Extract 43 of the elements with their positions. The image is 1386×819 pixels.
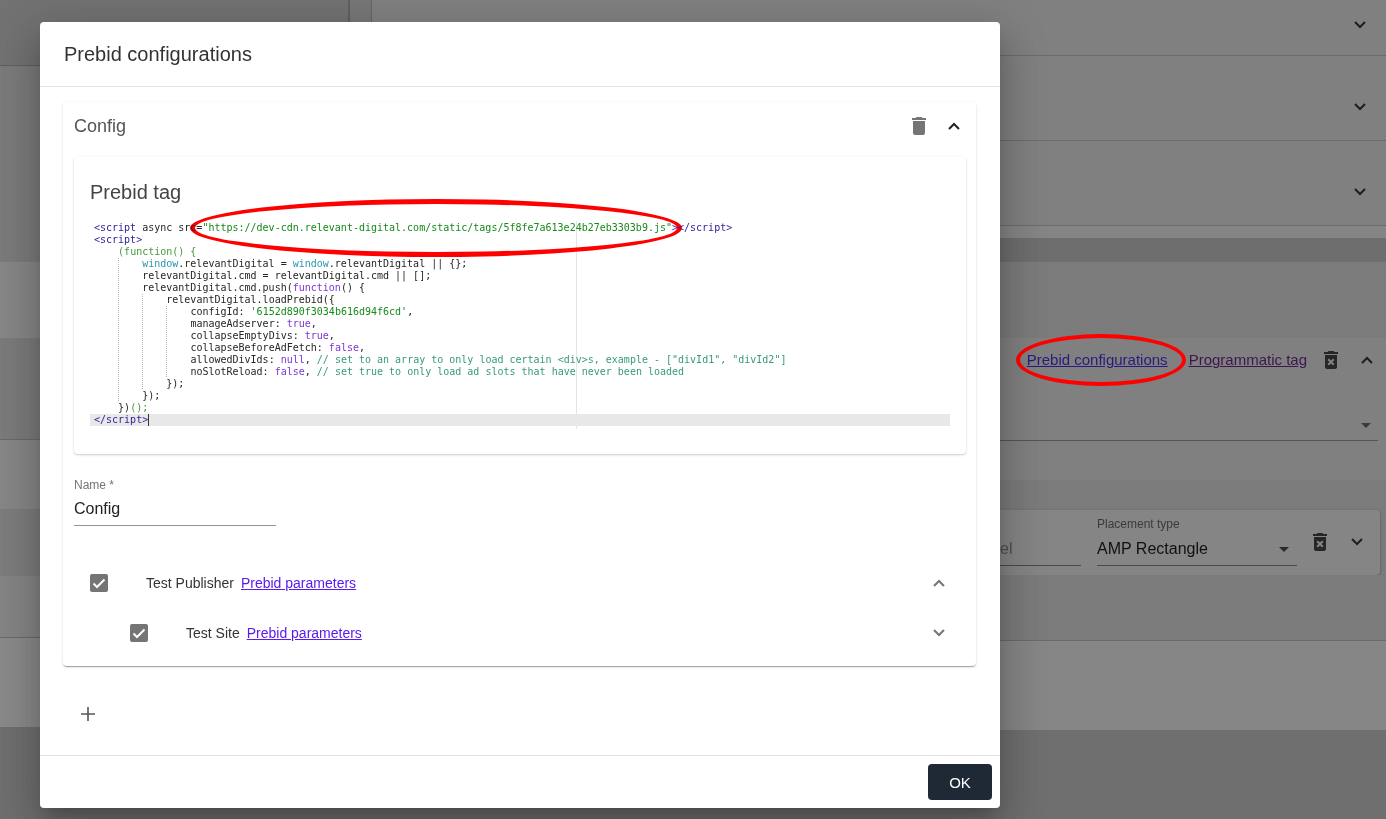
parameters-link[interactable]: Prebid parameters <box>240 575 357 591</box>
code-line: <script> <box>93 234 144 246</box>
chevron-down-icon[interactable] <box>1354 188 1366 196</box>
code-line: window.relevantDigital = window.relevantDigital || {}; <box>90 258 950 270</box>
code-line: collapseEmptyDivs: true, <box>90 330 950 342</box>
name-field[interactable]: Config <box>74 499 276 526</box>
chevron-down-icon[interactable] <box>1351 538 1363 546</box>
section-title: Prebid tag <box>90 180 183 204</box>
code-line: relevantDigital.loadPrebid({ <box>90 294 950 306</box>
checkbox[interactable] <box>130 624 148 642</box>
parameters-link[interactable]: Prebid parameters <box>246 625 362 641</box>
chevron-down-icon[interactable] <box>933 629 945 637</box>
code-line: collapseBeforeAdFetch: false, <box>90 342 950 354</box>
tree-label: Test Site <box>186 625 240 641</box>
caret-down-icon <box>1361 422 1371 428</box>
code-line: }); <box>90 378 950 390</box>
code-line: relevantDigital.cmd = relevantDigital.cmd || []; <box>90 270 950 282</box>
code-line: (function() { <box>117 246 198 258</box>
card-title: Config <box>74 115 127 137</box>
code-line: relevantDigital.cmd.push(function() { <box>90 282 950 294</box>
ok-button[interactable]: OK <box>928 764 992 800</box>
tree-label: Test Publisher <box>146 575 234 591</box>
code-line: manageAdserver: true, <box>90 318 950 330</box>
placement-type-select[interactable]: AMP Rectangle <box>1097 539 1297 566</box>
checkbox[interactable] <box>90 574 108 592</box>
chevron-down-icon[interactable] <box>1354 103 1366 111</box>
caret-down-icon <box>1279 547 1289 552</box>
chevron-down-icon[interactable] <box>1354 21 1366 29</box>
text-cursor <box>148 414 150 426</box>
field-label: Name * <box>74 478 115 492</box>
plus-icon <box>81 707 95 721</box>
code-line: noSlotReload: false, // set true to only load ad slots that have never been loaded <box>90 366 950 378</box>
trash-x-icon[interactable] <box>1324 351 1338 369</box>
link[interactable]: Programmatic tag <box>1188 350 1307 370</box>
code-line: configId: '6152d890f3034b616d94f6cd', <box>90 306 950 318</box>
dialog-title: Prebid configurations <box>64 42 252 66</box>
code-line: allowedDivIds: null, // set to an array to only load certain <div>s, example - ["divId1", "divId2"] <box>90 354 950 366</box>
chevron-up-icon[interactable] <box>948 122 960 130</box>
code-line: }); <box>90 390 950 402</box>
code-line: })(); <box>117 402 150 414</box>
trash-x-icon[interactable] <box>1313 533 1327 551</box>
trash-icon[interactable] <box>912 117 926 135</box>
field-label: Placement type <box>1097 517 1181 531</box>
